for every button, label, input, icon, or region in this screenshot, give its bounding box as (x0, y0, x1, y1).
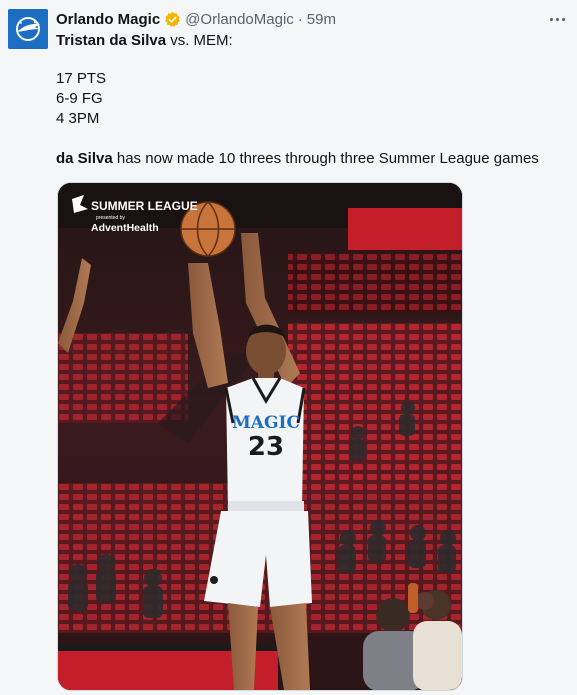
orlando-magic-logo-icon (8, 9, 48, 49)
verified-badge-icon (165, 11, 181, 27)
stat-threes: 4 3PM (56, 110, 100, 127)
logo-subtitle: presented by (96, 215, 125, 221)
player-surname: da Silva (56, 150, 113, 167)
stat-field-goals: 6-9 FG (56, 90, 103, 107)
timestamp[interactable]: 59m (307, 11, 336, 28)
more-dot (549, 17, 553, 21)
player-photo: MAGIC 23 SUMMER LEAGUE presented by Adve… (58, 183, 462, 690)
display-name[interactable]: Orlando Magic (56, 11, 160, 28)
jersey-number-text: 23 (248, 432, 284, 462)
logo-sponsor: AdventHealth (91, 222, 159, 234)
post-line-summary: da Silva has now made 10 threes through … (56, 149, 539, 169)
avatar[interactable] (8, 9, 48, 49)
stat-points: 17 PTS (56, 70, 107, 87)
more-options-icon[interactable] (547, 10, 567, 28)
separator-dot: · (297, 10, 303, 28)
handle[interactable]: @OrlandoMagic (185, 11, 294, 28)
more-dot (555, 17, 559, 21)
player-name: Tristan da Silva (56, 32, 167, 49)
summary-text: has now made 10 threes through three Sum… (112, 150, 539, 167)
logo-title: SUMMER LEAGUE (91, 199, 198, 213)
more-dot (561, 17, 565, 21)
tweet-card: Orlando Magic @OrlandoMagic · 59m Trista… (0, 0, 577, 695)
post-line-headline: Tristan da Silva vs. MEM: (56, 31, 233, 51)
opponent-text: vs. MEM: (166, 32, 233, 49)
jersey-team-text: MAGIC (232, 413, 300, 433)
tweet-header: Orlando Magic @OrlandoMagic · 59m (56, 9, 336, 29)
media-photo[interactable]: MAGIC 23 SUMMER LEAGUE presented by Adve… (57, 182, 463, 691)
